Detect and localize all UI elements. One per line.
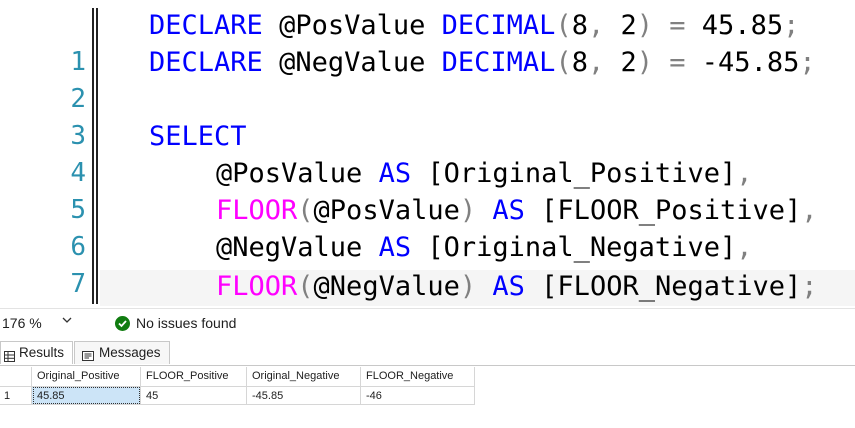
grid-cell[interactable]: 45 xyxy=(141,386,247,405)
column-header[interactable]: Original_Positive xyxy=(32,367,141,386)
tab-messages[interactable]: Messages xyxy=(74,341,170,364)
variable: @PosValue xyxy=(216,158,363,189)
message-icon xyxy=(82,347,94,361)
chevron-down-icon[interactable] xyxy=(62,314,72,328)
issues-status[interactable]: No issues found xyxy=(136,315,236,331)
keyword: AS xyxy=(492,271,525,302)
grid-cell-selected[interactable]: 45.85 xyxy=(32,386,141,405)
column-alias: [Original_Positive] xyxy=(427,158,737,189)
variable: @NegValue xyxy=(279,47,426,78)
keyword: AS xyxy=(378,232,412,263)
code-line-3[interactable]: 3 xyxy=(0,81,855,151)
zoom-level[interactable]: 176 % xyxy=(2,315,42,331)
column-header[interactable]: FLOOR_Negative xyxy=(361,367,475,386)
tab-results[interactable]: Results xyxy=(0,341,73,364)
function-name: FLOOR xyxy=(216,195,298,226)
results-tabstrip: Results Messages xyxy=(0,337,855,366)
code-line-2[interactable]: 2 DECLARE @NegValue DECIMAL(8, 2) = -45.… xyxy=(0,44,855,114)
grid-cell[interactable]: -45.85 xyxy=(247,386,361,405)
keyword: DECLARE xyxy=(149,47,263,78)
keyword: SELECT xyxy=(149,121,247,152)
code-line-4[interactable]: 4 SELECT xyxy=(0,118,855,188)
numeric-literal: -45.85 xyxy=(701,47,800,78)
keyword: AS xyxy=(378,158,412,189)
check-circle-icon xyxy=(115,316,130,331)
variable: @NegValue xyxy=(313,271,460,302)
grid-cell[interactable]: -46 xyxy=(361,386,475,405)
column-alias: [FLOOR_Positive] xyxy=(541,195,802,226)
variable: @NegValue xyxy=(216,232,363,263)
grid-icon xyxy=(4,347,15,362)
tab-messages-label: Messages xyxy=(99,345,161,360)
variable: @PosValue xyxy=(313,195,460,226)
column-alias: [FLOOR_Negative] xyxy=(541,271,802,302)
column-header[interactable]: Original_Negative xyxy=(247,367,361,386)
grid-header: Original_Positive FLOOR_Positive Origina… xyxy=(0,367,475,386)
column-header[interactable]: FLOOR_Positive xyxy=(141,367,247,386)
type-name: DECIMAL xyxy=(441,10,556,41)
keyword: AS xyxy=(492,195,525,226)
row-number[interactable]: 1 xyxy=(0,386,32,405)
code-line-7[interactable]: 7 @NegValue AS [Original_Negative], xyxy=(0,229,855,299)
column-alias: [Original_Negative] xyxy=(427,232,737,263)
results-pane: Results Messages Original_Positive FLOOR… xyxy=(0,337,855,428)
editor-status-bar: 176 % No issues found xyxy=(0,308,855,337)
keyword: DECLARE xyxy=(149,10,263,41)
table-row[interactable]: 1 45.85 45 -45.85 -46 xyxy=(0,386,475,405)
function-name: FLOOR xyxy=(216,271,298,302)
sql-editor[interactable]: 1 DECLARE @PosValue DECIMAL(8, 2) = 45.8… xyxy=(0,0,855,307)
variable: @PosValue xyxy=(279,10,426,41)
code-line-5[interactable]: 5 @PosValue AS [Original_Positive], xyxy=(0,155,855,225)
type-name: DECIMAL xyxy=(441,47,556,78)
row-header-corner[interactable] xyxy=(0,367,32,386)
code-line-8[interactable]: 8 FLOOR(@NegValue) AS [FLOOR_Negative]; xyxy=(0,268,855,305)
tab-results-label: Results xyxy=(19,345,65,360)
line-number: 8 xyxy=(26,305,86,307)
code-line-1[interactable]: 1 DECLARE @PosValue DECIMAL(8, 2) = 45.8… xyxy=(0,7,855,77)
numeric-literal: 45.85 xyxy=(701,10,784,41)
code-line-6[interactable]: 6 FLOOR(@PosValue) AS [FLOOR_Positive], xyxy=(0,192,855,262)
